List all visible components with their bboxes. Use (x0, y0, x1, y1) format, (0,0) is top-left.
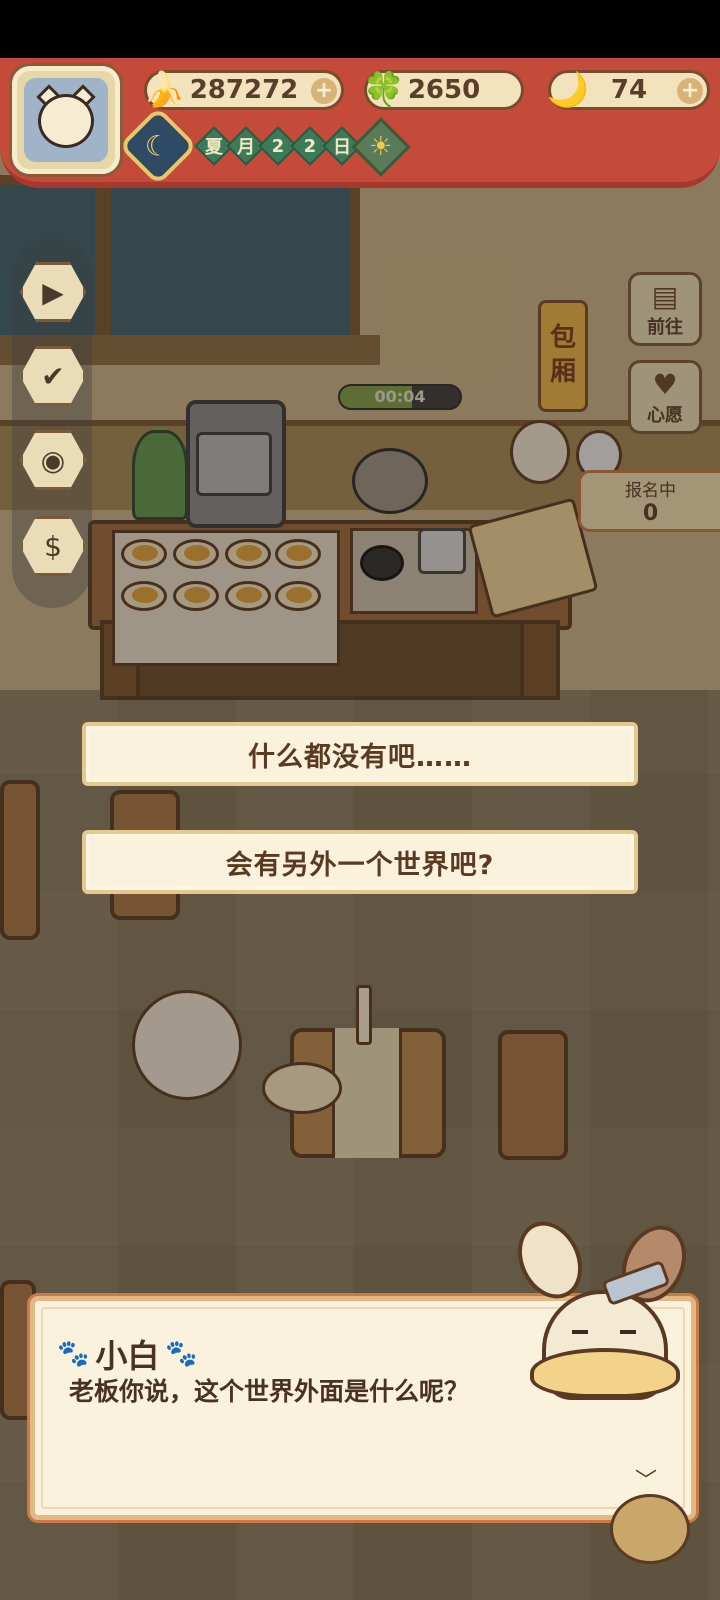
date-char: 月 (237, 137, 255, 158)
date-char: 日 (333, 137, 351, 158)
bunny-eye (620, 1330, 636, 1334)
speaker-portrait-bunny (505, 1211, 699, 1410)
player-avatar[interactable] (12, 66, 120, 174)
bunny-dress (530, 1348, 680, 1398)
choice-option-2[interactable]: 会有另外一个世界吧? (82, 830, 638, 894)
camera-button[interactable]: ◉ (20, 430, 86, 490)
side-toolbar: ▶ ✔ ◉ $ (12, 238, 92, 608)
clover-icon: 🍀 (362, 70, 406, 110)
top-hud: 🍌 287272 + 🍀 2650 🌙 74 + ☾ 夏 月 2 2 日 ☀ (0, 58, 720, 208)
tv-icon: ▶ (42, 275, 64, 309)
blue-banana-icon: 🌙 (546, 70, 590, 110)
choice-option-1[interactable]: 什么都没有吧…… (82, 722, 638, 786)
date-char: 2 (303, 135, 317, 157)
paw-icon: 🐾 (165, 1339, 198, 1369)
avatar-portrait (24, 78, 108, 162)
shop-icon: ✔ (41, 359, 65, 393)
add-banana-button[interactable]: + (311, 78, 337, 104)
date-char: 2 (271, 135, 285, 157)
tv-button[interactable]: ▶ (20, 262, 86, 322)
yarn-ball (610, 1494, 690, 1564)
bunny-eye (572, 1330, 588, 1334)
add-blue-banana-button[interactable]: + (677, 78, 703, 104)
date-char: 夏 (205, 137, 223, 158)
paw-icon: 🐾 (57, 1339, 90, 1369)
blue-banana-currency[interactable]: 🌙 74 + (546, 70, 710, 110)
camera-icon: ◉ (40, 443, 66, 477)
game-stage: 00:04 包 厢 ▤ 前往 ♥ 心愿 报名中 0 🍌 287272 + 🍀 2… (0, 0, 720, 1600)
money-icon: $ (44, 529, 62, 563)
game-date[interactable]: ☾ 夏 月 2 2 日 (118, 106, 364, 186)
chevron-down-icon[interactable]: ﹀ (635, 1463, 657, 1495)
money-button[interactable]: $ (20, 516, 86, 576)
banana-currency[interactable]: 🍌 287272 + (142, 70, 344, 110)
dialog-text: 老板你说，这个世界外面是什么呢？ (69, 1377, 470, 1406)
shop-button[interactable]: ✔ (20, 346, 86, 406)
clover-currency: 🍀 2650 (362, 70, 524, 110)
avatar-face (38, 94, 94, 148)
status-bar (0, 0, 720, 58)
banana-icon: 🍌 (142, 70, 186, 110)
